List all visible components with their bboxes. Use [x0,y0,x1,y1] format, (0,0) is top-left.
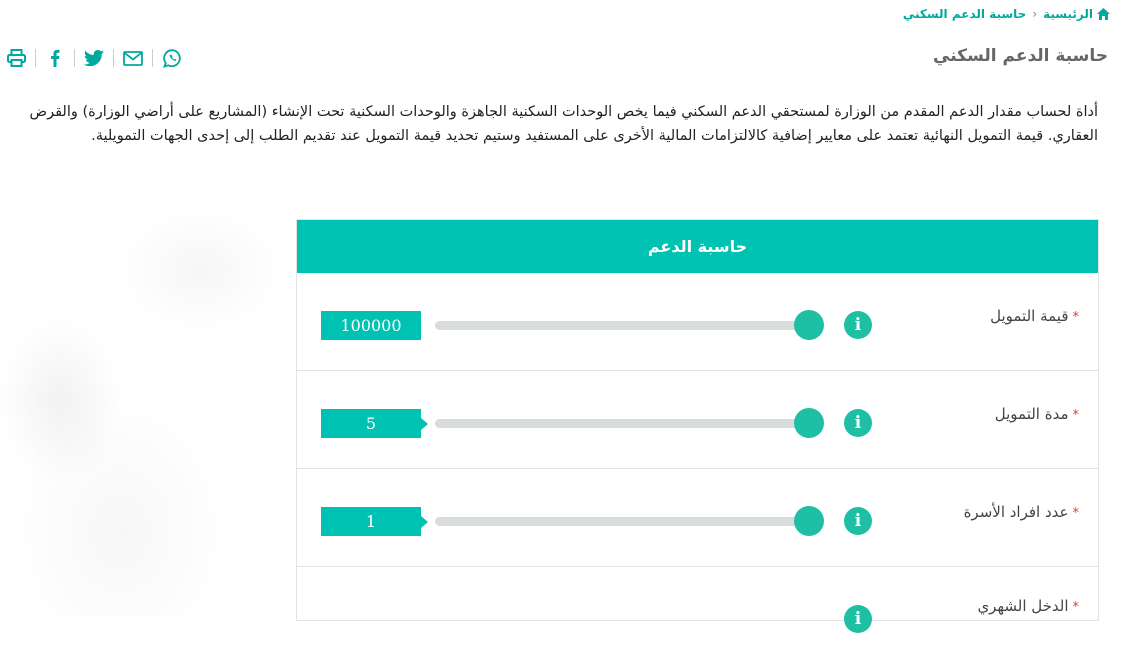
breadcrumb: الرئيسية › حاسبة الدعم السكني [903,7,1110,21]
description: أداة لحساب مقدار الدعم المقدم من الوزارة… [29,104,1098,144]
breadcrumb-home-label: الرئيسية [1043,7,1093,21]
support-calculator: حاسبة الدعم *قيمة التمويل i 100000 *مدة … [296,219,1099,633]
info-icon[interactable]: i [844,507,872,535]
divider [74,49,75,67]
slider-track[interactable] [435,419,810,428]
divider [35,49,36,67]
required-mark: * [1072,310,1080,325]
required-mark: * [1072,600,1080,615]
slider-track[interactable] [435,321,810,330]
field-label: *قيمة التمويل [990,307,1080,325]
field-label: *الدخل الشهري [977,597,1080,615]
field-label: *عدد افراد الأسرة [963,503,1080,521]
slider-thumb[interactable] [794,506,824,536]
value-box: 100000 [321,311,421,340]
required-mark: * [1072,408,1080,423]
home-icon [1097,8,1110,20]
slider-track[interactable] [435,517,810,526]
breadcrumb-home[interactable]: الرئيسية [1043,7,1110,21]
field-row-finance-amount: *قيمة التمويل i 100000 [297,273,1098,371]
field-row-family-members: *عدد افراد الأسرة i 1 [297,469,1098,567]
info-icon[interactable]: i [844,409,872,437]
breadcrumb-separator: › [1032,7,1038,21]
share-toolbar [6,48,182,68]
whatsapp-icon[interactable] [162,48,182,68]
slider-thumb[interactable] [794,310,824,340]
info-icon[interactable]: i [844,311,872,339]
print-icon[interactable] [6,48,26,68]
calculator-title: حاسبة الدعم [297,220,1098,273]
field-row-finance-duration: *مدة التمويل i 5 [297,371,1098,469]
page-title: حاسبة الدعم السكني [933,46,1108,66]
required-mark: * [1072,506,1080,521]
breadcrumb-current[interactable]: حاسبة الدعم السكني [903,7,1027,21]
facebook-icon[interactable] [45,48,65,68]
value-box: 5 [321,409,428,438]
field-label: *مدة التمويل [994,405,1080,423]
email-icon[interactable] [123,48,143,68]
info-icon[interactable]: i [844,605,872,633]
divider [113,49,114,67]
twitter-icon[interactable] [84,48,104,68]
value-box: 1 [321,507,428,536]
slider-thumb[interactable] [794,408,824,438]
divider [152,49,153,67]
